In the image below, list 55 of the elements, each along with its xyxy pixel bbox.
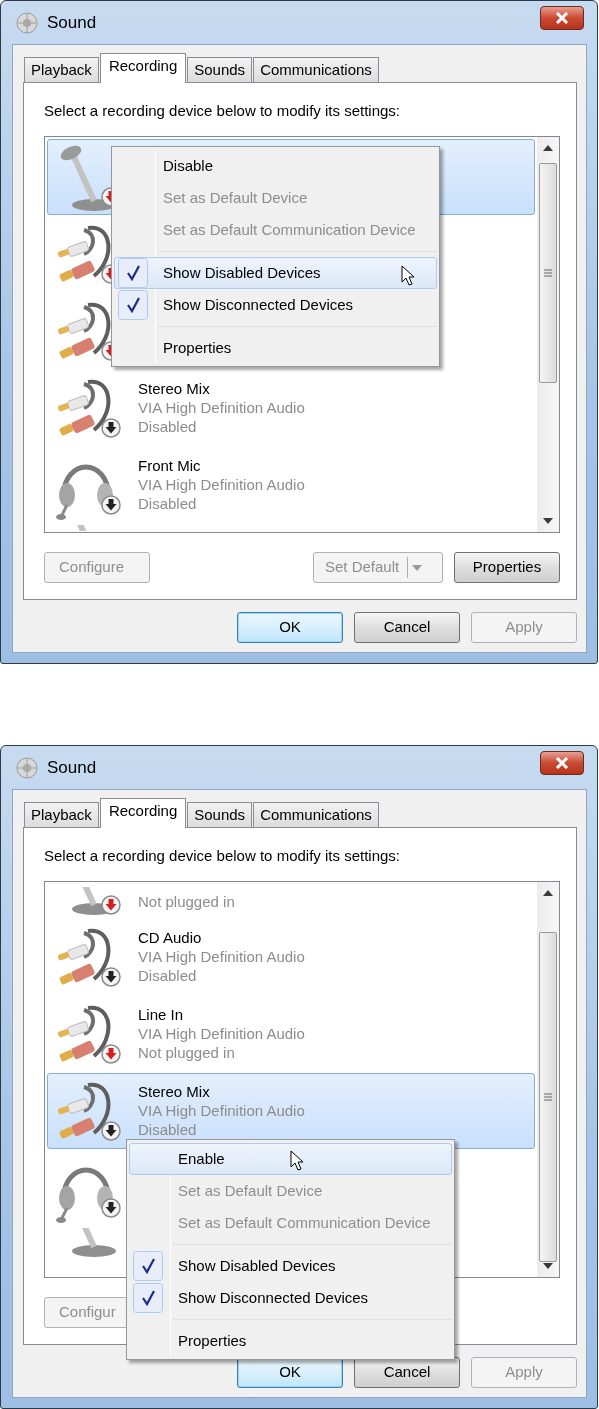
device-name: Stereo Mix bbox=[138, 379, 211, 398]
menu-item[interactable]: Show Disabled Devices bbox=[114, 257, 437, 289]
menu-item[interactable]: Show Disconnected Devices bbox=[114, 289, 437, 321]
tab[interactable]: Recording bbox=[99, 798, 187, 828]
grip-icon bbox=[544, 269, 552, 277]
device-state: Not plugged in bbox=[138, 1043, 236, 1062]
tab[interactable]: Sounds bbox=[187, 57, 253, 82]
tab[interactable]: Communications bbox=[253, 802, 379, 827]
device-driver: VIA High Definition Audio bbox=[138, 1024, 305, 1043]
instruction-text: Select a recording device below to modify its settings: bbox=[44, 101, 401, 120]
grip-icon bbox=[544, 1093, 552, 1101]
device-state: Disabled bbox=[138, 417, 198, 436]
tab[interactable]: Communications bbox=[253, 57, 379, 82]
close-icon bbox=[555, 11, 569, 24]
menu-item[interactable]: Show Disabled Devices bbox=[129, 1250, 452, 1282]
cursor-icon bbox=[401, 265, 415, 287]
tab[interactable]: Playback bbox=[24, 802, 99, 827]
menu-item[interactable]: Properties bbox=[114, 332, 437, 364]
menu-item[interactable]: Properties bbox=[129, 1325, 452, 1357]
device-name: Front Mic bbox=[138, 456, 202, 475]
device-driver: VIA High Definition Audio bbox=[138, 398, 305, 417]
device-name: CD Audio bbox=[138, 928, 203, 947]
menu-item[interactable]: Disable bbox=[114, 150, 437, 182]
close-icon bbox=[555, 756, 569, 769]
scroll-down-icon bbox=[543, 518, 553, 524]
window-title: Sound bbox=[47, 756, 98, 779]
device-driver: VIA High Definition Audio bbox=[138, 475, 305, 494]
tab[interactable]: Sounds bbox=[187, 802, 253, 827]
dialog-button[interactable]: OK bbox=[237, 612, 343, 643]
close-button[interactable] bbox=[540, 750, 584, 775]
menu-item[interactable]: Enable bbox=[129, 1143, 452, 1175]
instruction-text: Select a recording device below to modify its settings: bbox=[44, 846, 401, 865]
caret-icon bbox=[412, 564, 423, 571]
device-state: Disabled bbox=[138, 494, 198, 513]
device-name: Stereo Mix bbox=[138, 1082, 211, 1101]
device-state: Disabled bbox=[138, 1120, 198, 1139]
device-driver: VIA High Definition Audio bbox=[138, 947, 305, 966]
device-state: Not plugged in bbox=[138, 892, 235, 911]
tab[interactable]: Recording bbox=[99, 53, 187, 83]
scroll-up-icon bbox=[543, 890, 553, 896]
scrollbar-thumb[interactable] bbox=[539, 932, 557, 1262]
device-button[interactable]: Properties bbox=[454, 552, 560, 583]
scroll-up-icon bbox=[543, 145, 553, 151]
device-name: Line In bbox=[138, 1005, 185, 1024]
window-title: Sound bbox=[47, 11, 98, 34]
device-driver: VIA High Definition Audio bbox=[138, 1101, 305, 1120]
scrollbar[interactable] bbox=[537, 882, 559, 1277]
scrollbar[interactable] bbox=[537, 137, 559, 532]
dialog-button[interactable]: Cancel bbox=[354, 612, 460, 643]
cursor-icon bbox=[290, 1150, 304, 1172]
device-row[interactable]: Stereo Mix VIA High Definition Audio Disabled bbox=[47, 1073, 535, 1149]
device-state: Disabled bbox=[138, 966, 198, 985]
scrollbar-thumb[interactable] bbox=[539, 163, 557, 383]
tab[interactable]: Playback bbox=[24, 57, 99, 82]
close-button[interactable] bbox=[540, 5, 584, 30]
